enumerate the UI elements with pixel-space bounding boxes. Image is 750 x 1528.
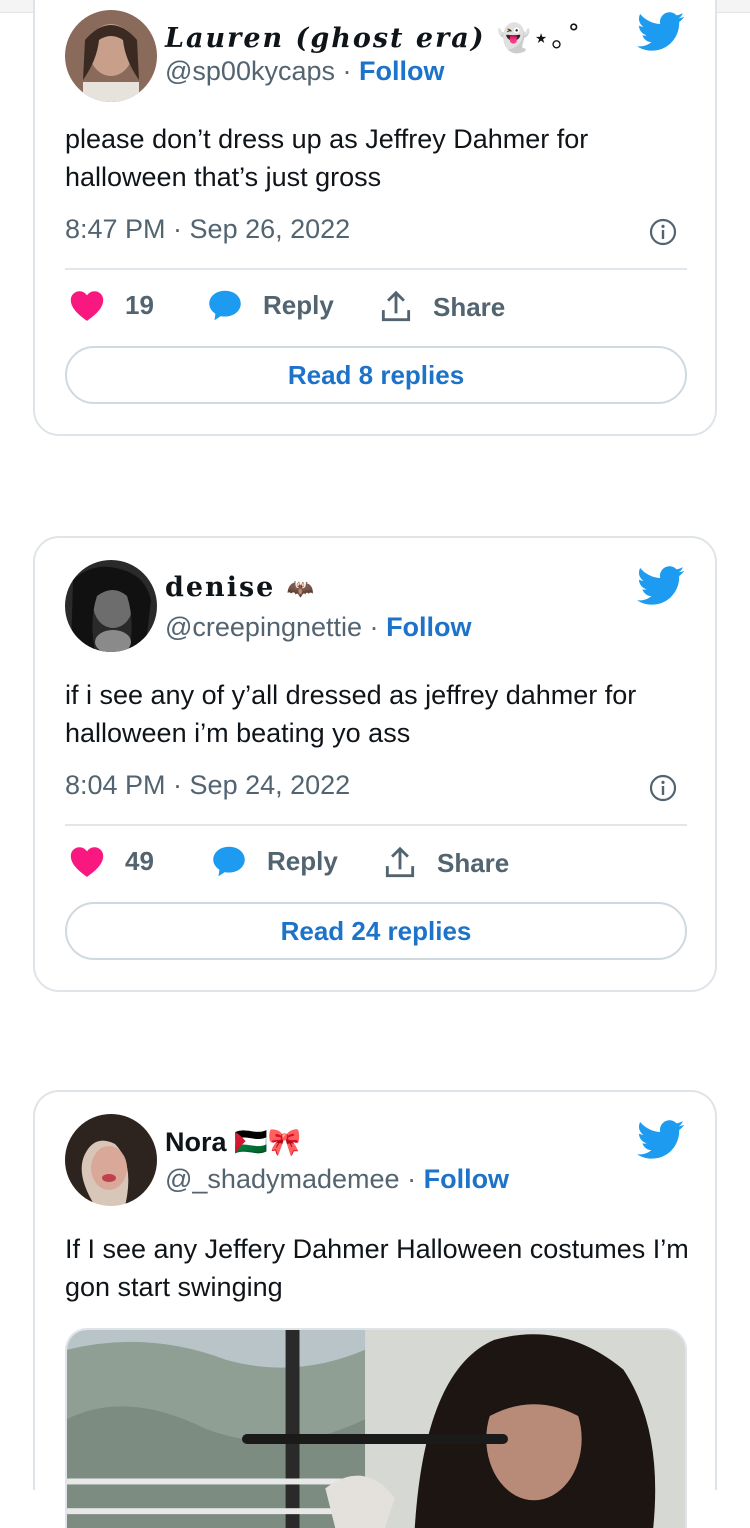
display-name[interactable]: Nora 🇵🇸🎀 [165, 1126, 301, 1158]
display-name-text: Nora [165, 1127, 227, 1157]
tweet-text: If I see any Jeffery Dahmer Halloween co… [65, 1234, 689, 1302]
divider [65, 268, 687, 270]
follow-button[interactable]: Follow [359, 56, 444, 86]
follow-button[interactable]: Follow [424, 1164, 509, 1194]
separator: · [407, 1164, 417, 1194]
reply-bubble-icon [209, 290, 241, 321]
name-emoji: 👻⋆｡˚ [497, 23, 583, 54]
follow-button[interactable]: Follow [386, 612, 471, 642]
display-name[interactable]: denise 🦇 [165, 572, 316, 603]
name-emoji: 🇵🇸🎀 [234, 1127, 302, 1157]
heart-icon [70, 291, 104, 321]
like-count: 49 [125, 845, 154, 876]
divider [65, 824, 687, 826]
display-name-text: denise [165, 572, 276, 603]
handle[interactable]: @sp00kycaps [165, 56, 335, 86]
like-button[interactable]: 49 [69, 844, 154, 878]
reply-label: Reply [267, 845, 338, 876]
share-label: Share [437, 847, 510, 878]
read-replies-button[interactable]: Read 8 replies [65, 346, 687, 404]
separator: · [369, 612, 379, 642]
tweet-actions: 49 Reply Share [65, 844, 687, 884]
heart-icon [70, 847, 104, 877]
info-icon[interactable] [649, 218, 677, 246]
reply-button[interactable]: Reply [211, 844, 338, 878]
media-photo[interactable] [65, 1328, 687, 1528]
display-name-text: Lauren (ghost era) [165, 23, 486, 54]
timestamp[interactable]: 8:47 PM · Sep 26, 2022 [65, 214, 350, 245]
tweet-card: Nora 🇵🇸🎀 @_shadymademee · Follow If I se… [33, 1090, 717, 1528]
timestamp[interactable]: 8:04 PM · Sep 24, 2022 [65, 770, 350, 801]
share-icon [381, 290, 411, 322]
handle-row: @sp00kycaps · Follow [165, 56, 445, 87]
name-emoji: 🦇 [286, 577, 317, 602]
share-icon [385, 846, 415, 878]
twitter-bird-icon[interactable] [637, 1120, 685, 1160]
twitter-bird-icon[interactable] [637, 12, 685, 52]
avatar[interactable] [65, 1114, 157, 1206]
reply-bubble-icon [213, 846, 245, 877]
handle[interactable]: @creepingnettie [165, 612, 362, 642]
tweet-actions: 19 Reply Share [65, 288, 687, 328]
tweet-text: if i see any of y’all dressed as jeffrey… [65, 680, 637, 748]
share-button[interactable]: Share [381, 844, 509, 882]
handle-row: @creepingnettie · Follow [165, 612, 472, 643]
share-button[interactable]: Share [377, 288, 505, 326]
home-indicator[interactable] [242, 1434, 508, 1444]
handle-row: @_shadymademee · Follow [165, 1164, 509, 1195]
like-button[interactable]: 19 [69, 288, 154, 322]
read-replies-button[interactable]: Read 24 replies [65, 902, 687, 960]
display-name[interactable]: Lauren (ghost era) 👻⋆｡˚ [165, 16, 583, 55]
reply-label: Reply [263, 289, 334, 320]
info-icon[interactable] [649, 774, 677, 802]
like-count: 19 [125, 289, 154, 320]
tweet-card: denise 🦇 @creepingnettie · Follow if i s… [33, 536, 717, 992]
avatar[interactable] [65, 10, 157, 102]
tweet-card: Lauren (ghost era) 👻⋆｡˚ @sp00kycaps · Fo… [33, 0, 717, 436]
tweet-text: please don’t dress up as Jeffrey Dahmer … [65, 124, 589, 192]
handle[interactable]: @_shadymademee [165, 1164, 400, 1194]
share-label: Share [433, 291, 506, 322]
separator: · [342, 56, 352, 86]
avatar[interactable] [65, 560, 157, 652]
twitter-bird-icon[interactable] [637, 566, 685, 606]
reply-button[interactable]: Reply [207, 288, 334, 322]
